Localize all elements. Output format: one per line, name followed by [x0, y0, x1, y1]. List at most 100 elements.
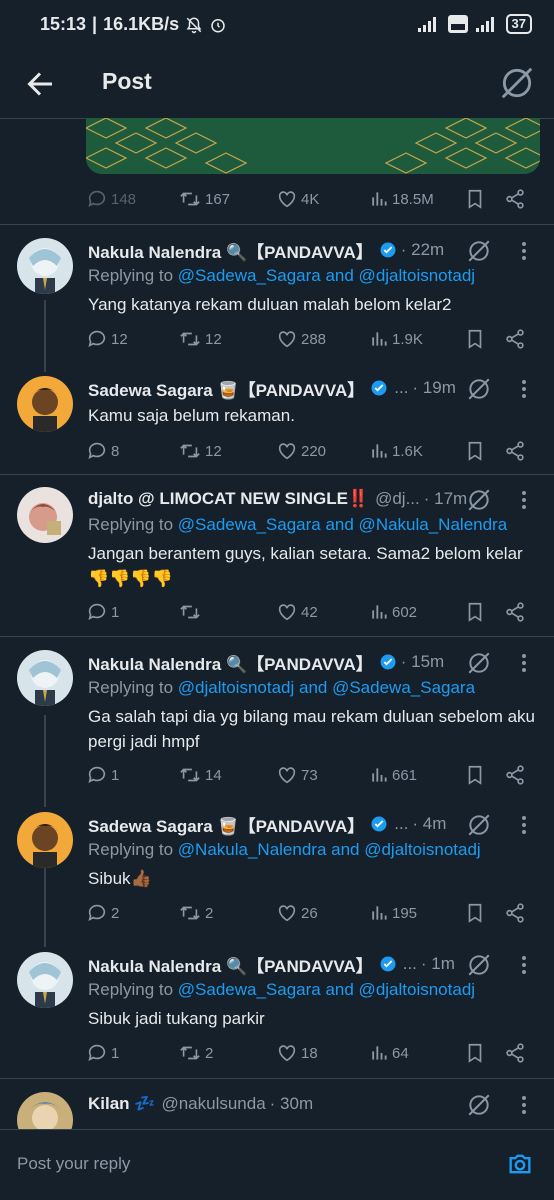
like-button[interactable]: 18 — [276, 1042, 318, 1064]
like-button[interactable]: 4K — [276, 188, 319, 210]
more-button[interactable] — [514, 489, 534, 511]
reply-to-link[interactable]: @Nakula_Nalendra and @djaltoisnotadj — [178, 840, 481, 859]
retweet-button[interactable]: 14 — [178, 764, 222, 786]
bookmark-button[interactable] — [464, 1042, 486, 1064]
views-button[interactable]: 1.9K — [369, 329, 423, 349]
reply-to-link[interactable]: @Sadewa_Sagara and @djaltoisnotadj — [178, 980, 475, 999]
reply-button[interactable]: 8 — [86, 440, 119, 462]
display-name[interactable]: Sadewa Sagara 🥃【PANDAVVA】 — [88, 812, 364, 836]
reply-to-link[interactable]: @Sadewa_Sagara and @Nakula_Nalendra — [178, 515, 507, 534]
avatar[interactable] — [17, 238, 73, 294]
like-button[interactable]: 73 — [276, 764, 318, 786]
bookmark-button[interactable] — [464, 764, 486, 786]
reply-tweet[interactable]: Nakula Nalendra 🔍【PANDAVVA】 · 22m Replyi… — [0, 238, 554, 360]
display-name[interactable]: Nakula Nalendra 🔍【PANDAVVA】 — [88, 952, 373, 976]
reply-input[interactable]: Post your reply — [17, 1154, 130, 1174]
like-icon — [278, 767, 296, 784]
bookmark-button[interactable] — [464, 440, 486, 462]
reply-tweet[interactable]: Sadewa Sagara 🥃【PANDAVVA】 ... · 19m Kamu… — [0, 376, 554, 472]
avatar[interactable] — [17, 487, 73, 543]
camera-button[interactable] — [506, 1150, 534, 1178]
grok-button[interactable] — [466, 650, 492, 676]
more-button[interactable] — [514, 240, 534, 262]
display-name[interactable]: Nakula Nalendra 🔍【PANDAVVA】 — [88, 238, 373, 262]
bookmark-icon — [468, 602, 482, 622]
retweet-button[interactable] — [178, 601, 205, 623]
grok-button[interactable] — [466, 238, 492, 264]
avatar[interactable] — [17, 812, 73, 868]
views-button[interactable]: 1.6K — [369, 441, 423, 461]
bookmark-button[interactable] — [464, 601, 486, 623]
views-button[interactable]: 602 — [369, 602, 417, 622]
grok-button[interactable] — [466, 1092, 492, 1118]
views-button[interactable]: 661 — [369, 765, 417, 785]
avatar[interactable] — [17, 952, 73, 1008]
like-button[interactable]: 220 — [276, 440, 326, 462]
retweet-button[interactable]: 12 — [178, 440, 222, 462]
views-button[interactable]: 18.5M — [369, 189, 434, 209]
more-button[interactable] — [514, 652, 534, 674]
back-button[interactable] — [22, 66, 58, 102]
like-icon — [278, 443, 296, 460]
share-button[interactable] — [504, 764, 526, 786]
grok-button[interactable] — [466, 487, 492, 513]
bookmark-button[interactable] — [464, 902, 486, 924]
bookmark-icon — [468, 329, 482, 349]
tweet-header: Sadewa Sagara 🥃【PANDAVVA】 ... · 4m — [88, 812, 494, 836]
views-button[interactable]: 195 — [369, 903, 417, 923]
tweet-actions: 12 12 288 1.9K — [86, 324, 536, 354]
display-name[interactable]: Sadewa Sagara 🥃【PANDAVVA】 — [88, 376, 364, 400]
views-button[interactable]: 64 — [369, 1043, 409, 1063]
share-button[interactable] — [504, 188, 526, 210]
grok-button[interactable] — [498, 64, 536, 102]
like-button[interactable]: 288 — [276, 328, 326, 350]
handle: @nakulsunda — [161, 1094, 266, 1113]
reply-button[interactable]: 2 — [86, 902, 119, 924]
reply-tweet[interactable]: Nakula Nalendra 🔍【PANDAVVA】 ... · 1m Rep… — [0, 952, 554, 1078]
post-image[interactable] — [86, 118, 540, 174]
reply-tweet[interactable]: Sadewa Sagara 🥃【PANDAVVA】 ... · 4m Reply… — [0, 812, 554, 938]
reply-tweet[interactable]: Kilan 💤 @nakulsunda · 30m — [0, 1092, 554, 1132]
retweet-button[interactable]: 12 — [178, 328, 222, 350]
status-bar: 15:13 | 16.1KB/s 37 — [0, 0, 554, 52]
reply-tweet[interactable]: Nakula Nalendra 🔍【PANDAVVA】 · 15m Replyi… — [0, 650, 554, 800]
avatar-image — [17, 238, 73, 294]
share-button[interactable] — [504, 1042, 526, 1064]
avatar[interactable] — [17, 376, 73, 432]
reply-to-link[interactable]: @djaltoisnotadj and @Sadewa_Sagara — [178, 678, 475, 697]
timestamp: · 19m — [412, 378, 456, 397]
display-name[interactable]: Kilan 💤 — [88, 1094, 155, 1114]
display-name[interactable]: djalto @ LIMOCAT NEW SINGLE‼️ — [88, 489, 369, 509]
share-button[interactable] — [504, 601, 526, 623]
share-button[interactable] — [504, 328, 526, 350]
reply-button[interactable]: 1 — [86, 1042, 119, 1064]
retweet-button[interactable]: 2 — [178, 902, 213, 924]
more-button[interactable] — [514, 1094, 534, 1116]
grok-button[interactable] — [466, 952, 492, 978]
retweet-button[interactable]: 2 — [178, 1042, 213, 1064]
reply-to-link[interactable]: @Sadewa_Sagara and @djaltoisnotadj — [178, 266, 475, 285]
share-button[interactable] — [504, 440, 526, 462]
share-button[interactable] — [504, 902, 526, 924]
bookmark-button[interactable] — [464, 328, 486, 350]
display-name[interactable]: Nakula Nalendra 🔍【PANDAVVA】 — [88, 650, 373, 674]
more-button[interactable] — [514, 814, 534, 836]
reply-tweet[interactable]: djalto @ LIMOCAT NEW SINGLE‼️ @dj... · 1… — [0, 487, 554, 637]
handle: @dj... — [375, 489, 420, 508]
reply-button[interactable]: 148 — [86, 188, 136, 210]
reply-button[interactable]: 12 — [86, 328, 128, 350]
more-button[interactable] — [514, 954, 534, 976]
like-button[interactable]: 42 — [276, 601, 318, 623]
grok-button[interactable] — [466, 376, 492, 402]
bookmark-button[interactable] — [464, 188, 486, 210]
bookmark-icon — [468, 441, 482, 461]
avatar[interactable] — [17, 650, 73, 706]
grok-button[interactable] — [466, 812, 492, 838]
retweet-button[interactable]: 167 — [178, 188, 230, 210]
reply-button[interactable]: 1 — [86, 764, 119, 786]
like-button[interactable]: 26 — [276, 902, 318, 924]
verified-icon — [371, 816, 387, 832]
avatar[interactable] — [17, 1092, 73, 1132]
reply-button[interactable]: 1 — [86, 601, 119, 623]
more-button[interactable] — [514, 378, 534, 400]
